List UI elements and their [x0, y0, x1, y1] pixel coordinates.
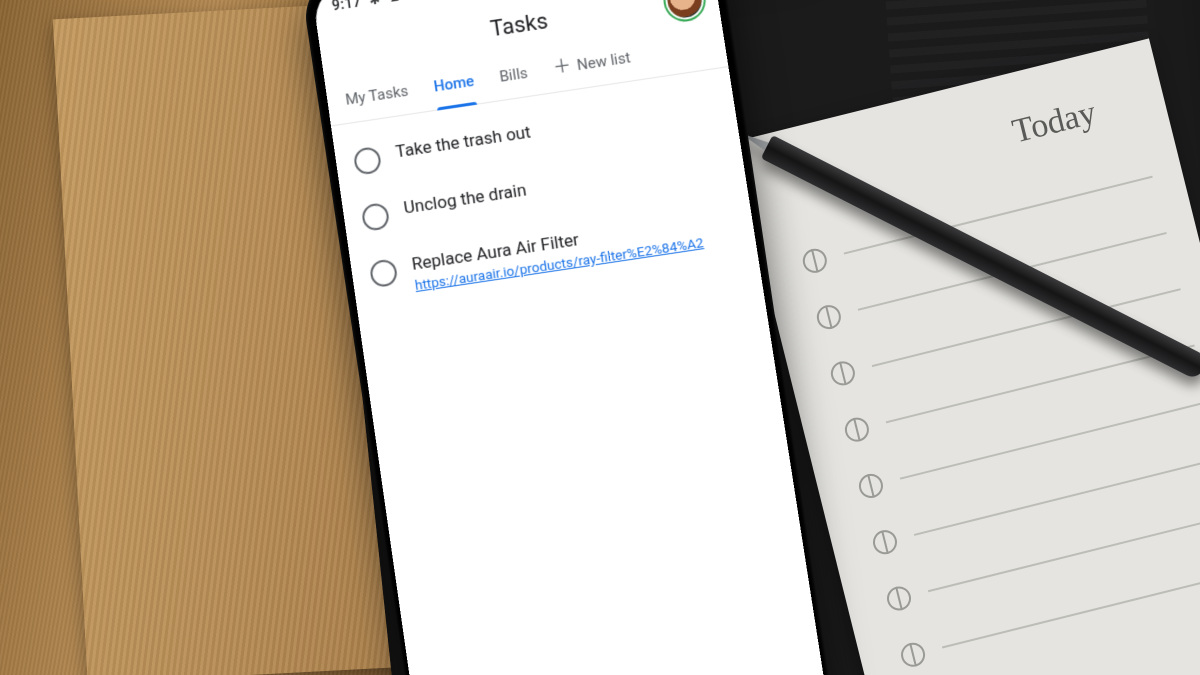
- status-time: 9:17: [331, 0, 363, 14]
- tab-label: My Tasks: [344, 82, 409, 109]
- new-list-button[interactable]: ＋ New list: [552, 48, 632, 77]
- nav-icon: ▲: [387, 0, 402, 6]
- tab-label: Home: [433, 72, 476, 96]
- tab-bills[interactable]: Bills: [496, 50, 531, 100]
- tab-home[interactable]: Home: [431, 58, 478, 110]
- tab-label: Bills: [498, 64, 528, 86]
- photo-scene: Today 9:17 ✱ ▲ ▲ ◎: [0, 0, 1200, 675]
- nav-icon: ▲: [408, 0, 423, 3]
- new-list-label: New list: [576, 48, 632, 74]
- slack-icon: ✱: [368, 0, 381, 8]
- task-checkbox[interactable]: [361, 202, 391, 232]
- task-checkbox[interactable]: [353, 146, 383, 176]
- avatar[interactable]: [665, 0, 704, 20]
- task-checkbox[interactable]: [369, 258, 399, 288]
- app-title: Tasks: [489, 8, 550, 41]
- tab-my-tasks[interactable]: My Tasks: [342, 68, 411, 123]
- plus-icon: ＋: [552, 57, 573, 78]
